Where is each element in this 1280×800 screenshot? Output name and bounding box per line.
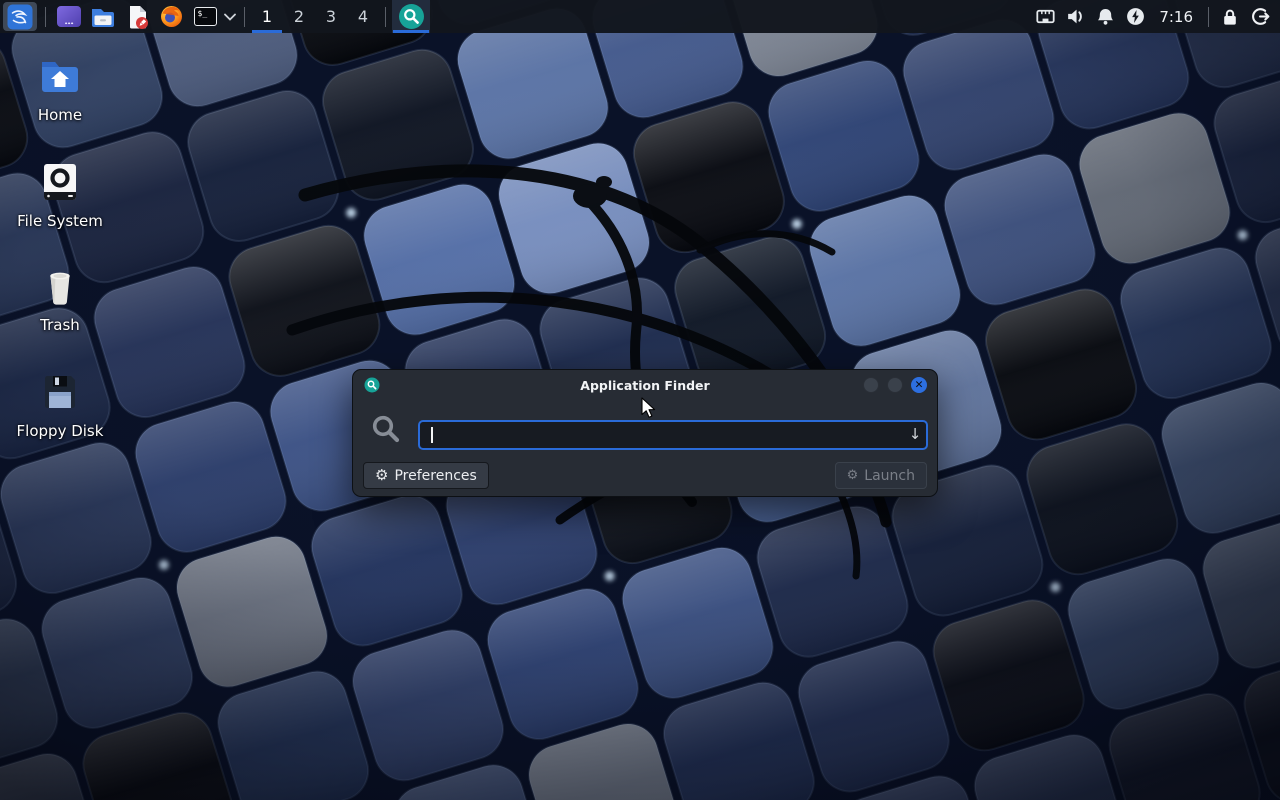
- desktop-icon-file-system[interactable]: File System: [12, 158, 108, 230]
- text-editor-icon: [125, 4, 150, 30]
- launcher-file-manager[interactable]: [86, 0, 120, 33]
- text-caret: [431, 427, 433, 443]
- launcher-terminal[interactable]: $_: [188, 0, 222, 33]
- trash-icon: [36, 262, 84, 310]
- volume-icon: [1065, 6, 1086, 27]
- logout-button[interactable]: [1245, 0, 1275, 33]
- desktop-icon-trash[interactable]: Trash: [12, 262, 108, 334]
- launcher-purple-app[interactable]: [52, 0, 86, 33]
- top-panel: $_ 1 2 3 4: [0, 0, 1280, 33]
- panel-separator: [244, 7, 245, 27]
- chevron-down-icon: [224, 13, 236, 21]
- desktop-icon-label: Floppy Disk: [17, 422, 104, 440]
- workspace-label: 3: [326, 7, 336, 26]
- desktop-icon-floppy-disk[interactable]: Floppy Disk: [12, 368, 108, 440]
- panel-separator: [385, 7, 386, 27]
- launch-icon: ⚙: [847, 469, 859, 482]
- panel-tray: 7:16: [1030, 0, 1280, 33]
- launcher-text-editor[interactable]: [120, 0, 154, 33]
- desktop-icon-label: Home: [38, 106, 82, 124]
- desktop-icon-label: Trash: [40, 316, 80, 334]
- launch-label: Launch: [864, 468, 915, 484]
- kali-menu-button[interactable]: [3, 2, 37, 31]
- close-button[interactable]: ✕: [911, 377, 927, 393]
- bell-icon: [1095, 6, 1116, 27]
- preferences-label: Preferences: [394, 468, 476, 484]
- hard-drive-icon: [36, 158, 84, 206]
- window-app-icon: [364, 377, 380, 393]
- taskbar-application-finder-button[interactable]: [392, 0, 430, 33]
- screen: Home File System Trash Floppy Disk: [0, 0, 1280, 800]
- maximize-button[interactable]: [887, 377, 903, 393]
- application-finder-window: Application Finder ✕ ↓ ⚙ Preferences ⚙ L…: [352, 369, 938, 497]
- launcher-firefox[interactable]: [154, 0, 188, 33]
- workspace-button-2[interactable]: 2: [283, 0, 315, 33]
- floppy-disk-icon: [36, 368, 84, 416]
- search-icon: [371, 414, 401, 444]
- preferences-button[interactable]: ⚙ Preferences: [363, 462, 489, 489]
- lock-icon: [1220, 7, 1240, 27]
- firefox-icon: [159, 4, 184, 29]
- desktop-icon-label: File System: [17, 212, 103, 230]
- network-tray-button[interactable]: [1030, 0, 1060, 33]
- workspace-button-4[interactable]: 4: [347, 0, 379, 33]
- power-manager-tray-button[interactable]: [1120, 0, 1150, 33]
- terminal-icon: $_: [194, 7, 217, 26]
- dropdown-arrow-icon[interactable]: ↓: [905, 425, 925, 443]
- desktop-icon-home[interactable]: Home: [12, 52, 108, 124]
- purple-app-icon: [56, 5, 82, 28]
- clock[interactable]: 7:16: [1150, 8, 1202, 26]
- workspace-button-1[interactable]: 1: [251, 0, 283, 33]
- kali-logo-icon: [7, 4, 33, 30]
- terminal-dropdown-chevron[interactable]: [222, 0, 238, 33]
- notifications-tray-button[interactable]: [1090, 0, 1120, 33]
- launch-button[interactable]: ⚙ Launch: [835, 462, 927, 489]
- terminal-prompt-text: $_: [198, 9, 208, 18]
- workspace-button-3[interactable]: 3: [315, 0, 347, 33]
- mouse-cursor: [641, 397, 657, 419]
- network-icon: [1035, 6, 1056, 27]
- power-icon: [1125, 6, 1146, 27]
- search-input[interactable]: [418, 420, 928, 450]
- close-icon: ✕: [915, 380, 924, 391]
- logout-icon: [1250, 6, 1271, 27]
- file-manager-icon: [90, 5, 116, 29]
- home-folder-icon: [36, 52, 84, 100]
- panel-separator: [1208, 7, 1209, 27]
- titlebar[interactable]: Application Finder ✕: [353, 370, 937, 400]
- lock-screen-button[interactable]: [1215, 0, 1245, 33]
- volume-tray-button[interactable]: [1060, 0, 1090, 33]
- workspace-label: 1: [262, 7, 272, 26]
- window-controls: ✕: [863, 377, 927, 393]
- workspace-label: 4: [358, 7, 368, 26]
- panel-separator: [45, 7, 46, 27]
- minimize-button[interactable]: [863, 377, 879, 393]
- application-finder-icon: [398, 3, 425, 30]
- workspace-label: 2: [294, 7, 304, 26]
- gear-icon: ⚙: [375, 468, 388, 483]
